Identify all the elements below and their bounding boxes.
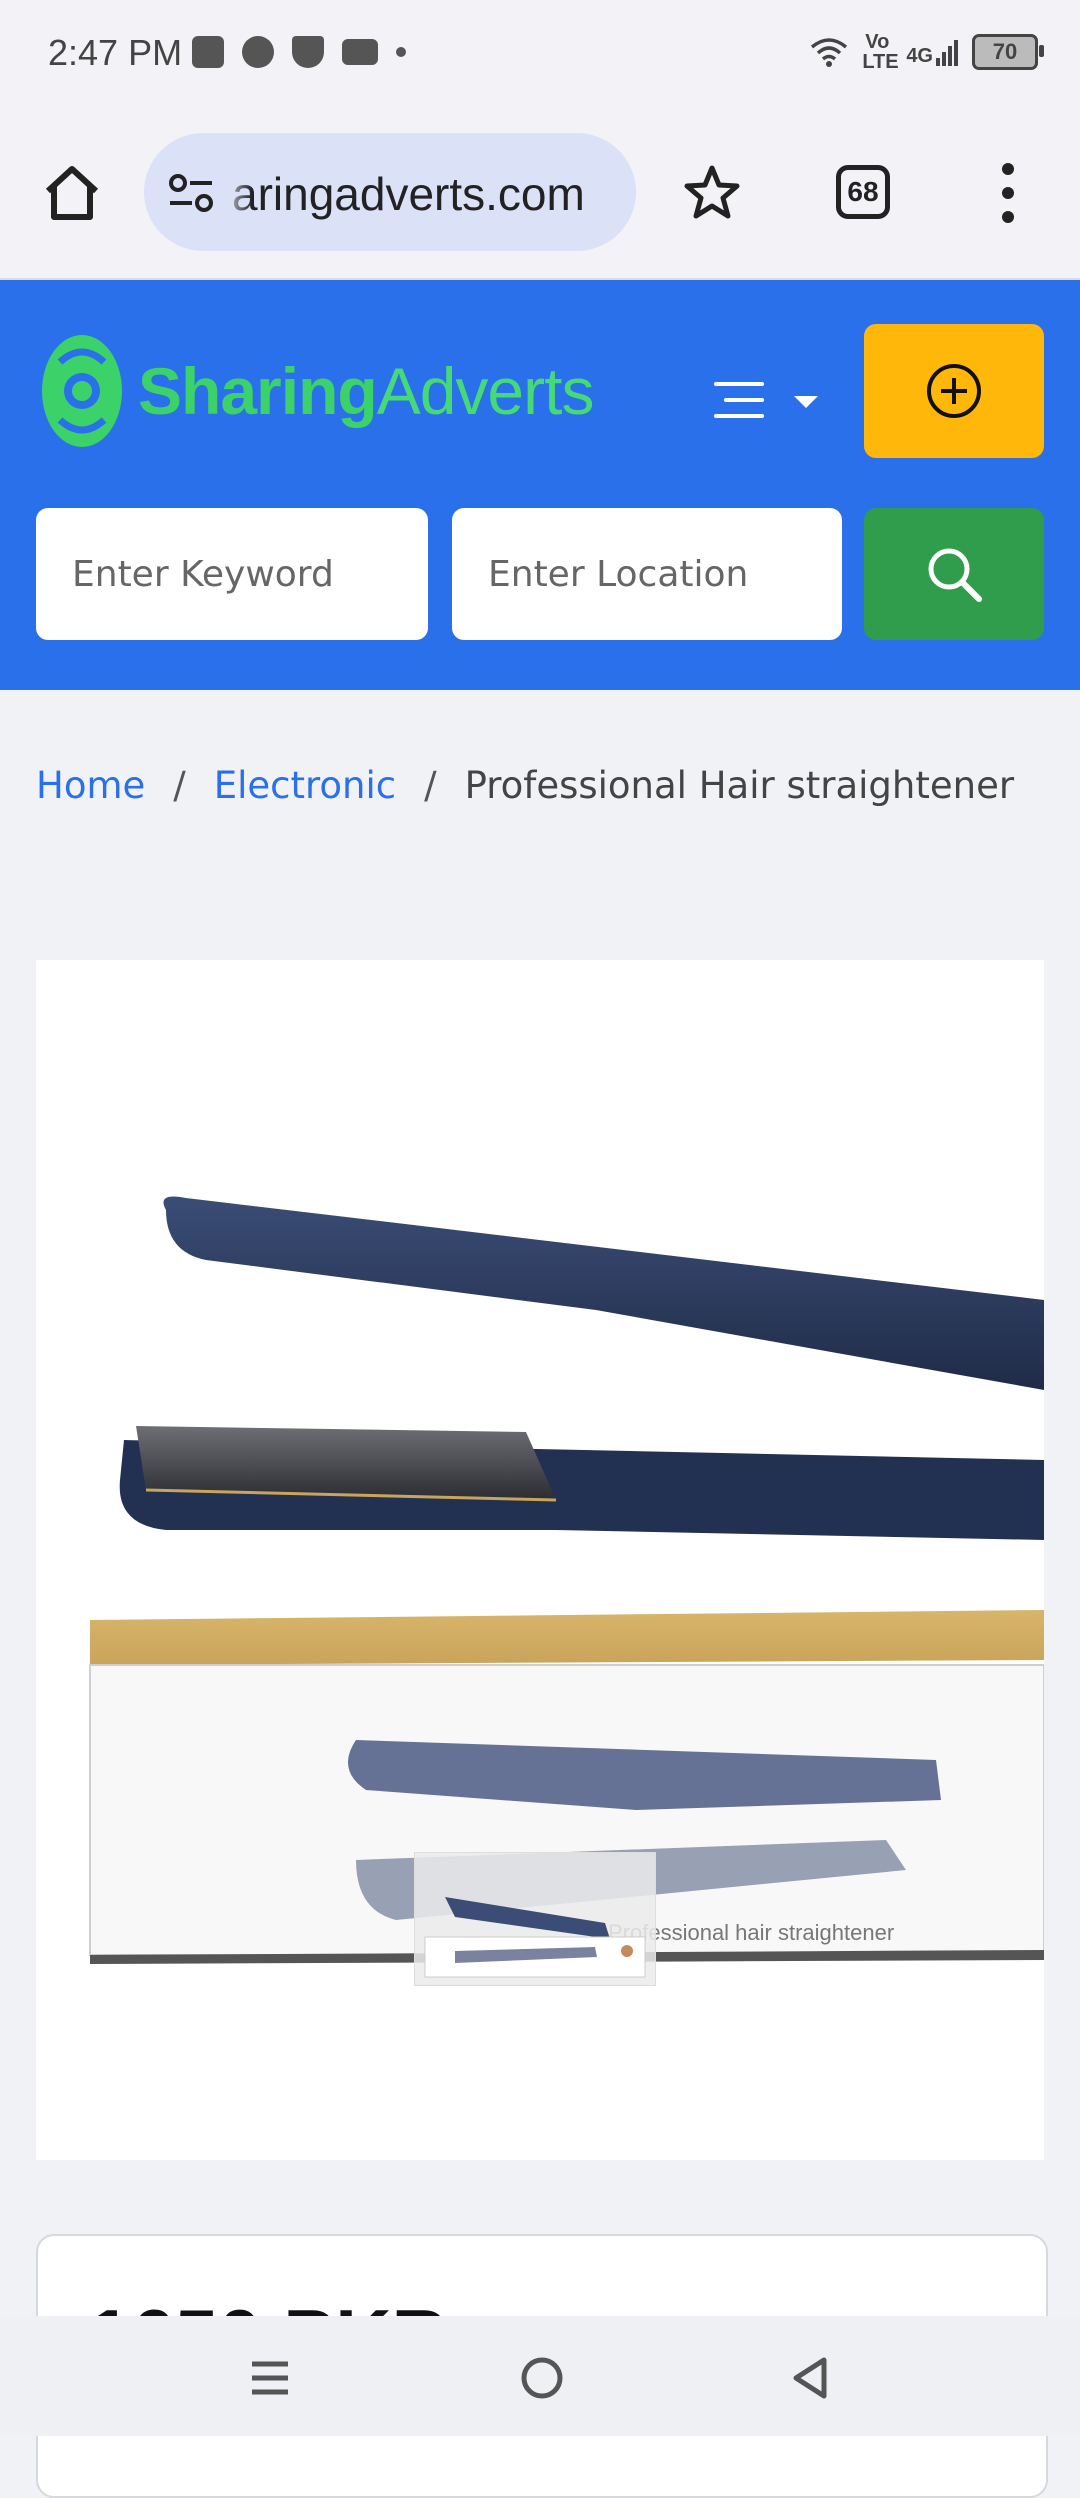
url-fade: [222, 133, 252, 251]
back-icon[interactable]: [788, 2356, 832, 2400]
tab-switcher-button[interactable]: 68: [836, 165, 890, 219]
signal-bars-icon: [936, 40, 958, 66]
breadcrumb-home[interactable]: Home: [36, 764, 145, 807]
home-icon[interactable]: [40, 161, 104, 225]
logo-text-part2: Adverts: [376, 354, 595, 428]
network-type: 4G: [906, 45, 933, 67]
nav-menu-toggle-icon[interactable]: [714, 376, 824, 428]
breadcrumb-separator: /: [173, 764, 186, 807]
logo-text: SharingAdverts: [138, 353, 595, 429]
thumbnail-image: [424, 1897, 646, 1978]
more-notifications-dot: [396, 47, 406, 57]
site-settings-icon[interactable]: [166, 171, 216, 215]
system-home-icon[interactable]: [520, 2356, 564, 2400]
wifi-icon: [811, 38, 848, 67]
address-bar[interactable]: aringadverts.com: [144, 133, 636, 251]
logo-icon: [42, 335, 122, 447]
breadcrumb-current: Professional Hair straightener: [464, 764, 1015, 807]
status-right: Vo LTE 4G 70: [810, 31, 1044, 73]
chrome-icon: [242, 36, 274, 68]
product-thumbnail[interactable]: [414, 1852, 656, 1986]
post-ad-button[interactable]: [864, 324, 1044, 458]
breadcrumb-separator: /: [424, 764, 437, 807]
signal-indicator: 4G: [906, 38, 958, 66]
site-logo[interactable]: SharingAdverts: [40, 332, 595, 450]
status-time: 2:47 PM: [48, 32, 183, 73]
browser-toolbar: aringadverts.com 68: [0, 115, 1080, 280]
battery-indicator: 70: [972, 34, 1044, 70]
browser-menu-icon[interactable]: [994, 163, 1022, 223]
status-bar: 2:47 PM Vo LTE 4G 70: [0, 0, 1080, 115]
plus-circle-icon: [927, 364, 981, 418]
breadcrumb: Home / Electronic / Professional Hair st…: [36, 764, 1014, 807]
product-gallery[interactable]: Professional hair straightener: [36, 960, 1044, 2160]
youtube-icon: [342, 39, 378, 65]
logo-text-part1: Sharing: [138, 354, 378, 428]
search-icon: [928, 548, 982, 602]
system-nav-bar: [0, 2316, 1080, 2436]
location-input[interactable]: [452, 508, 842, 640]
shield-icon: [292, 36, 324, 68]
keyword-input[interactable]: [36, 508, 428, 640]
bookmark-star-icon[interactable]: [682, 163, 742, 223]
notification-icons: [192, 36, 406, 68]
breadcrumb-category[interactable]: Electronic: [214, 764, 396, 807]
url-text: aringadverts.com: [232, 168, 585, 220]
recent-apps-icon[interactable]: [248, 2356, 292, 2400]
site-header: SharingAdverts: [0, 280, 1080, 690]
volte-label: Vo LTE: [862, 31, 899, 73]
sim-icon: [192, 36, 224, 68]
search-button[interactable]: [864, 508, 1044, 640]
